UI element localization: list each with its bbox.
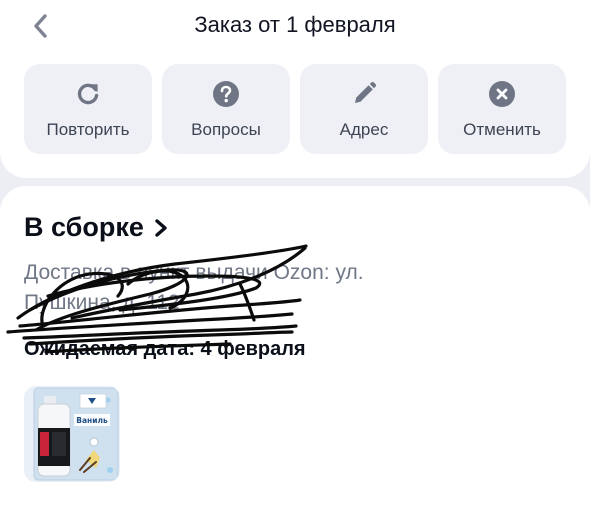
address-button[interactable]: Адрес xyxy=(300,64,428,154)
header: Заказ от 1 февраля xyxy=(0,0,590,52)
cancel-label: Отменить xyxy=(463,120,541,139)
scribble-overlay xyxy=(6,244,308,354)
cancel-icon xyxy=(488,80,516,108)
page-title: Заказ от 1 февраля xyxy=(194,12,396,37)
cancel-button[interactable]: Отменить xyxy=(438,64,566,154)
product-image-label: Ваниль xyxy=(76,416,108,425)
pencil-icon xyxy=(350,80,378,108)
questions-label: Вопросы xyxy=(191,120,261,139)
repeat-icon xyxy=(74,80,102,108)
top-card: Заказ от 1 февраля Повторить Вопросы Адр… xyxy=(0,0,590,178)
product-image: Ваниль xyxy=(24,386,120,482)
repeat-label: Повторить xyxy=(46,120,130,139)
question-icon xyxy=(212,80,240,108)
order-actions: Повторить Вопросы Адрес Отменить xyxy=(24,64,566,154)
repeat-button[interactable]: Повторить xyxy=(24,64,152,154)
product-thumbnail[interactable]: Ваниль xyxy=(24,386,120,482)
questions-button[interactable]: Вопросы xyxy=(162,64,290,154)
address-label: Адрес xyxy=(339,120,389,139)
chevron-right-icon xyxy=(155,218,167,237)
